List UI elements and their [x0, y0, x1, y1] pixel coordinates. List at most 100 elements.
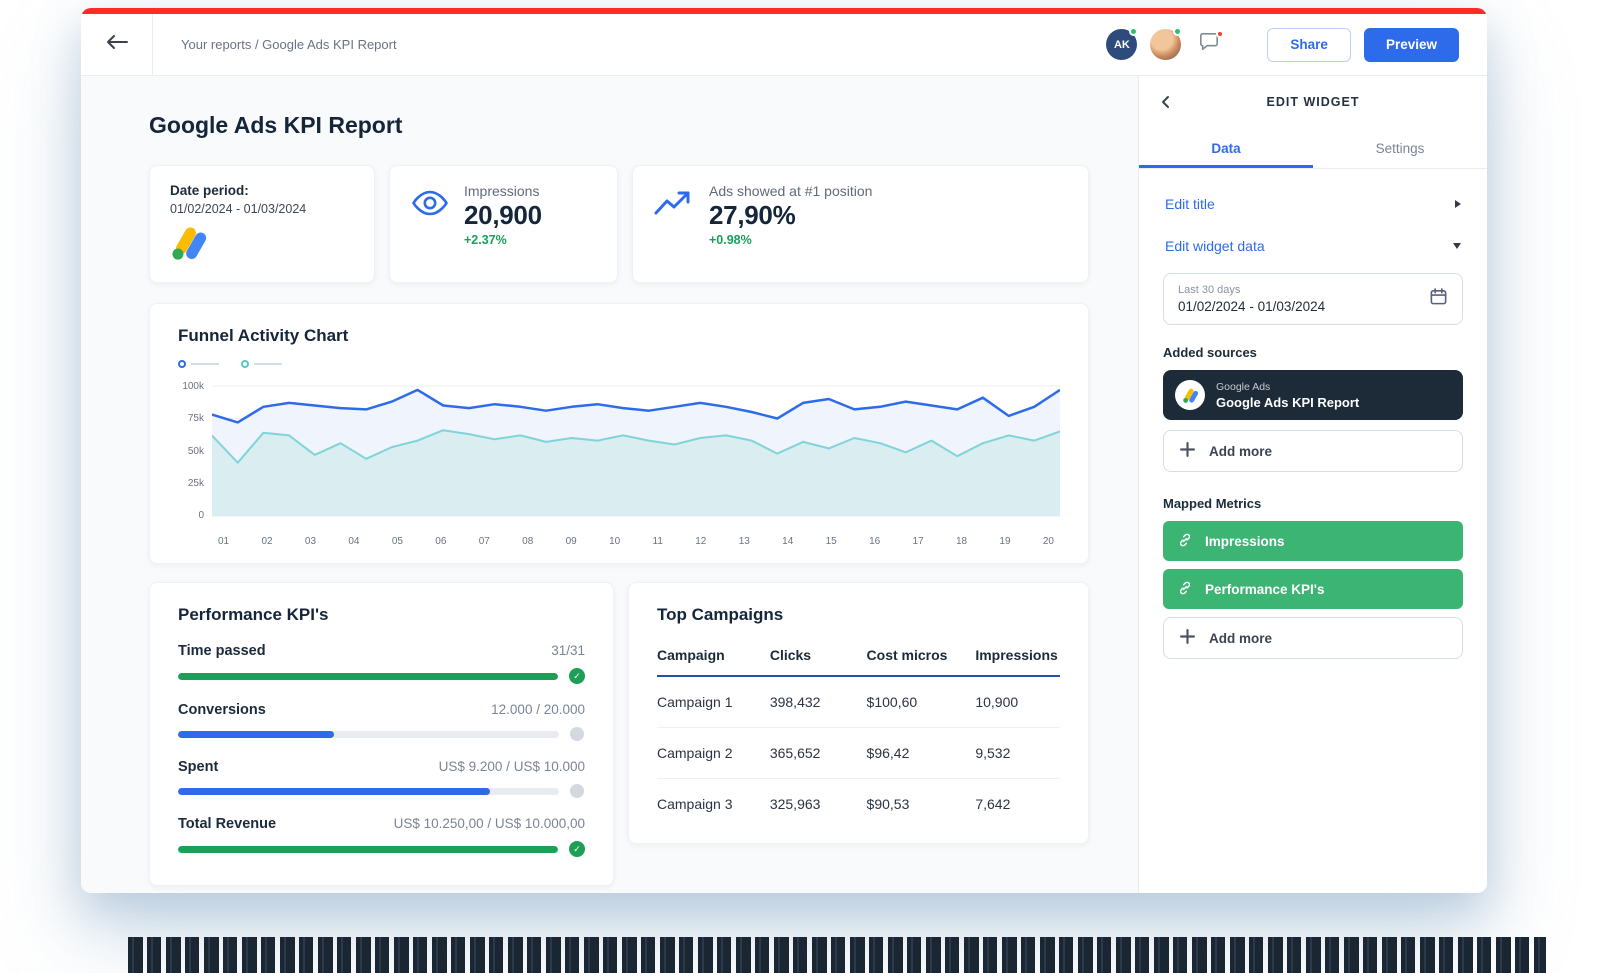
x-tick-label: 03: [304, 536, 317, 547]
y-tick-label: 25k: [187, 477, 204, 489]
legend-marker-teal-icon: [241, 360, 249, 368]
source-provider: Google Ads: [1216, 380, 1271, 393]
report-canvas: Google Ads KPI Report Date period: 01/02…: [81, 76, 1138, 893]
notification-dot: [1216, 29, 1225, 38]
tab-data[interactable]: Data: [1139, 128, 1313, 168]
y-tick-label: 50k: [187, 445, 204, 457]
funnel-line-chart: [212, 385, 1060, 517]
kpi-delta: +2.37%: [464, 233, 507, 247]
topbar: Your reports / Google Ads KPI Report AK: [81, 14, 1487, 76]
page-title: Google Ads KPI Report: [149, 112, 403, 138]
legend-series-teal[interactable]: [241, 360, 282, 368]
user-avatar-initials[interactable]: AK: [1106, 27, 1139, 60]
kpi-label: Impressions: [464, 183, 540, 199]
chart-area: 100k 75k 50k 25k 0 01 02 03 04 05 06 07 08 09 10 11 12 1…: [178, 378, 1060, 547]
panel-title: EDIT WIDGET: [1266, 95, 1360, 109]
tab-settings[interactable]: Settings: [1313, 128, 1487, 168]
x-tick-label: 12: [695, 536, 707, 547]
topbar-actions: AK Share Preview: [1106, 27, 1487, 62]
kpi-value: 20,900: [464, 200, 542, 230]
y-tick-label: 100k: [182, 381, 204, 392]
date-range-selector[interactable]: Last 30 days 01/02/2024 - 01/03/2024: [1163, 273, 1463, 325]
cell-impressions: 9,532: [975, 727, 1060, 779]
y-tick-label: 0: [198, 510, 204, 521]
link-icon: [1177, 580, 1193, 599]
perf-value: US$ 9.200 / US$ 10.000: [438, 759, 585, 774]
cell-impressions: 7,642: [975, 796, 1011, 812]
chart-legend: [178, 360, 1060, 368]
x-tick-label: 09: [565, 536, 577, 547]
cell-clicks: 325,963: [769, 796, 821, 812]
plus-icon: [1180, 629, 1195, 647]
column-header: Impressions: [975, 643, 1060, 677]
x-tick-label: 14: [782, 536, 794, 547]
panel-tabs: Data Settings: [1139, 128, 1487, 169]
metric-performance-kpis-button[interactable]: Performance KPI's: [1163, 569, 1463, 609]
x-tick-label: 07: [478, 536, 490, 547]
progress-fill: [178, 787, 491, 795]
breadcrumb[interactable]: Your reports / Google Ads KPI Report: [181, 37, 397, 52]
progress-fill: [178, 730, 335, 738]
perf-item-conversions: Conversions 12.000 / 20.000: [178, 702, 585, 741]
chevron-down-icon: [1453, 243, 1461, 249]
edit-title-row[interactable]: Edit title: [1163, 183, 1463, 225]
table-row: Campaign 1 398,432 $100,60 10,900: [657, 676, 1060, 728]
cutoff-content-strip: [128, 937, 1546, 973]
x-tick-label: 05: [391, 536, 403, 547]
edit-widget-panel: EDIT WIDGET Data Settings Edit title Edi…: [1138, 76, 1487, 893]
x-tick-label: 02: [261, 536, 273, 547]
cell-clicks: 398,432: [769, 676, 867, 728]
google-ads-logo-icon: [170, 226, 354, 265]
bottom-widgets-row: Performance KPI's Time passed 31/31 ✓ Co…: [149, 582, 1089, 886]
cell-clicks: 365,652: [769, 727, 867, 779]
legend-line: [191, 363, 219, 365]
source-card-google-ads[interactable]: Google Ads Google Ads KPI Report: [1163, 370, 1463, 420]
kpi-card-date-period[interactable]: Date period: 01/02/2024 - 01/03/2024: [149, 165, 375, 283]
panel-back-button[interactable]: [1159, 76, 1173, 128]
add-source-button[interactable]: Add more: [1163, 430, 1463, 472]
date-preset-label: Last 30 days: [1178, 284, 1241, 296]
metric-impressions-button[interactable]: Impressions: [1163, 521, 1463, 561]
perf-value: US$ 10.250,00 / US$ 10.000,00: [393, 816, 585, 831]
x-tick-label: 17: [912, 536, 924, 547]
add-metric-button[interactable]: Add more: [1163, 617, 1463, 659]
perf-label: Conversions: [178, 702, 266, 718]
pending-circle-icon: [570, 727, 584, 741]
chart-plot: 01 02 03 04 05 06 07 08 09 10 11 12 13 14 15 16 17 18 19 20: [212, 378, 1060, 547]
date-range-text: Last 30 days 01/02/2024 - 01/03/2024: [1178, 284, 1325, 314]
kpi-card-impressions[interactable]: Impressions 20,900 +2.37%: [389, 165, 618, 283]
back-button[interactable]: [81, 14, 153, 75]
add-more-label: Add more: [1209, 443, 1273, 459]
progress-track: [178, 845, 558, 853]
user-avatar-photo[interactable]: [1150, 27, 1183, 60]
cell-campaign: Campaign 2: [657, 727, 770, 779]
legend-series-blue[interactable]: [178, 360, 219, 368]
performance-kpis-card[interactable]: Performance KPI's Time passed 31/31 ✓ Co…: [149, 582, 614, 886]
x-axis-labels: 01 02 03 04 05 06 07 08 09 10 11 12 13 14 15 16 17 18 19 20: [212, 528, 1060, 547]
back-arrow-icon: [106, 34, 128, 55]
funnel-chart-card[interactable]: Funnel Activity Chart 100k 75k 50k 25k 0…: [149, 303, 1089, 564]
x-tick-label: 01: [218, 536, 230, 547]
avatar-initials-label: AK: [1113, 38, 1130, 51]
calendar-icon: [1429, 287, 1448, 311]
cell-impressions: 10,900: [975, 676, 1060, 728]
cell-cost: $96,42: [866, 727, 976, 779]
source-text: Google Ads Google Ads KPI Report: [1216, 381, 1359, 410]
campaigns-header-row: Campaign Clicks Cost micros Impressions: [657, 643, 1060, 677]
kpi-card-position[interactable]: Ads showed at #1 position 27,90% +0.98%: [632, 165, 1089, 283]
cell-campaign: Campaign 3: [657, 796, 733, 812]
source-name: Google Ads KPI Report: [1216, 394, 1360, 410]
kpi-label: Date period:: [170, 183, 249, 198]
chat-button[interactable]: [1194, 29, 1225, 60]
kpi-value: 01/02/2024 - 01/03/2024: [170, 202, 307, 216]
progress-fill: [178, 845, 558, 853]
chevron-right-icon: [1455, 200, 1461, 208]
share-button[interactable]: Share: [1267, 27, 1351, 62]
plus-icon: [1180, 442, 1195, 460]
x-tick-label: 11: [652, 536, 663, 547]
cell-cost: $90,53: [866, 796, 910, 812]
preview-button[interactable]: Preview: [1363, 27, 1459, 62]
top-campaigns-card[interactable]: Top Campaigns Campaign Clicks Cost micro…: [628, 582, 1089, 844]
progress-track: [178, 672, 558, 680]
edit-widget-data-row[interactable]: Edit widget data: [1163, 225, 1463, 267]
